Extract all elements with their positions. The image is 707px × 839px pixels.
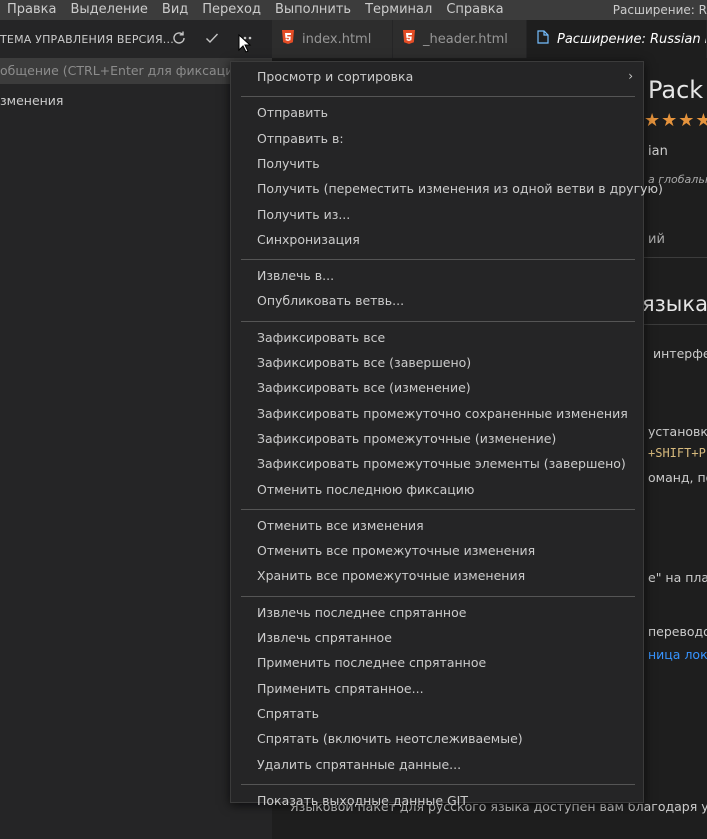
heading-divider <box>642 324 707 325</box>
readme-line: интерфей <box>653 346 707 361</box>
context-menu-item[interactable]: Получить (переместить изменения из одной… <box>257 178 663 200</box>
context-menu-item[interactable]: Хранить все промежуточные изменения <box>257 565 525 587</box>
rating-stars: ★★★★ <box>644 110 707 131</box>
tab-divider <box>642 257 707 258</box>
context-menu-item[interactable]: Получить из... <box>257 204 350 226</box>
check-icon[interactable] <box>203 30 221 48</box>
menu-terminal[interactable]: Терминал <box>358 0 439 20</box>
html5-icon <box>403 30 415 48</box>
context-menu-item[interactable]: Спрятать <box>257 703 319 725</box>
menu-selection[interactable]: Выделение <box>63 0 154 20</box>
tab-label: Расширение: Russian Lang <box>557 31 706 47</box>
menu-bar: Правка Выделение Вид Переход Выполнить Т… <box>0 0 707 20</box>
mouse-cursor-icon <box>238 34 252 53</box>
panel-title: ТЕМА УПРАВЛЕНИЯ ВЕРСИЯ... <box>0 32 174 46</box>
menu-go[interactable]: Переход <box>195 0 268 20</box>
context-menu-item[interactable]: Зафиксировать все (завершено) <box>257 352 471 374</box>
context-menu-item[interactable]: Отменить последнюю фиксацию <box>257 479 474 501</box>
readme-line: установки <box>648 424 707 439</box>
context-menu-item[interactable]: Опубликовать ветвь... <box>257 290 404 312</box>
menu-separator <box>241 96 635 98</box>
details-tab[interactable]: ий <box>648 232 665 247</box>
context-menu-item[interactable]: Просмотр и сортировка <box>257 66 413 88</box>
readme-line: оманд, пос <box>648 470 707 485</box>
panel-header: ТЕМА УПРАВЛЕНИЯ ВЕРСИЯ... <box>0 20 272 58</box>
window-title: Расширение: R <box>612 3 707 17</box>
menu-separator <box>241 783 635 785</box>
menu-run[interactable]: Выполнить <box>268 0 358 20</box>
context-menu-item[interactable]: Удалить спрятанные данные... <box>257 754 461 776</box>
readme-line: переводов <box>648 624 707 639</box>
context-menu-item[interactable]: Отменить все изменения <box>257 515 424 537</box>
editor-tabs: index.html _header.html Расширение: Russ… <box>272 20 707 58</box>
context-menu-item[interactable]: Спрятать (включить неотслеживаемые) <box>257 728 523 750</box>
context-menu-item[interactable]: Зафиксировать промежуточные (изменение) <box>257 428 556 450</box>
context-menu-item[interactable]: Извлечь в... <box>257 265 334 287</box>
context-menu-item[interactable]: Применить последнее спрятанное <box>257 652 486 674</box>
menu-separator <box>241 595 635 597</box>
context-menu-item[interactable]: Показать выходные данные GIT <box>257 790 468 812</box>
changes-section[interactable]: зменения <box>0 91 63 111</box>
localization-link[interactable]: ница локал <box>648 647 707 662</box>
context-menu-item[interactable]: Получить <box>257 153 320 175</box>
keybinding-text: +SHIFT+P <box>648 446 706 460</box>
source-control-context-menu: › Просмотр и сортировка Отправить Отправит… <box>230 61 663 808</box>
context-menu-item[interactable]: Извлечь спрятанное <box>257 627 392 649</box>
menu-edit[interactable]: Правка <box>0 0 63 20</box>
context-menu-item[interactable]: Отправить <box>257 102 328 124</box>
readme-line: e" на плат <box>648 570 707 585</box>
tab-label: index.html <box>302 31 372 47</box>
menu-separator <box>241 259 635 261</box>
context-menu-item[interactable]: Зафиксировать промежуточно сохраненные и… <box>257 403 628 425</box>
chevron-right-icon: › <box>628 69 633 83</box>
menu-separator <box>241 320 635 322</box>
refresh-icon[interactable] <box>170 30 188 48</box>
extension-title: Pack <box>648 76 704 104</box>
tab-extension[interactable]: Расширение: Russian Lang <box>527 20 707 58</box>
readme-heading: языка <box>642 292 707 316</box>
context-menu-item[interactable]: Зафиксировать все (изменение) <box>257 377 471 399</box>
html5-icon <box>282 30 294 48</box>
context-menu-item[interactable]: Отправить в: <box>257 128 344 150</box>
context-menu-item[interactable]: Зафиксировать промежуточные элементы (за… <box>257 453 626 475</box>
menu-help[interactable]: Справка <box>439 0 510 20</box>
file-icon <box>537 30 549 48</box>
context-menu-item[interactable]: Применить спрятанное... <box>257 678 424 700</box>
tab-label: _header.html <box>423 31 508 47</box>
menu-separator <box>241 508 635 510</box>
publisher-name: ian <box>648 144 668 159</box>
context-menu-item[interactable]: Зафиксировать все <box>257 327 385 349</box>
context-menu-item[interactable]: Отменить все промежуточные изменения <box>257 540 535 562</box>
menu-view[interactable]: Вид <box>155 0 195 20</box>
tab-header-html[interactable]: _header.html <box>393 20 527 58</box>
context-menu-item[interactable]: Извлечь последнее спрятанное <box>257 602 466 624</box>
context-menu-item[interactable]: Синхронизация <box>257 229 360 251</box>
tab-index-html[interactable]: index.html <box>272 20 393 58</box>
